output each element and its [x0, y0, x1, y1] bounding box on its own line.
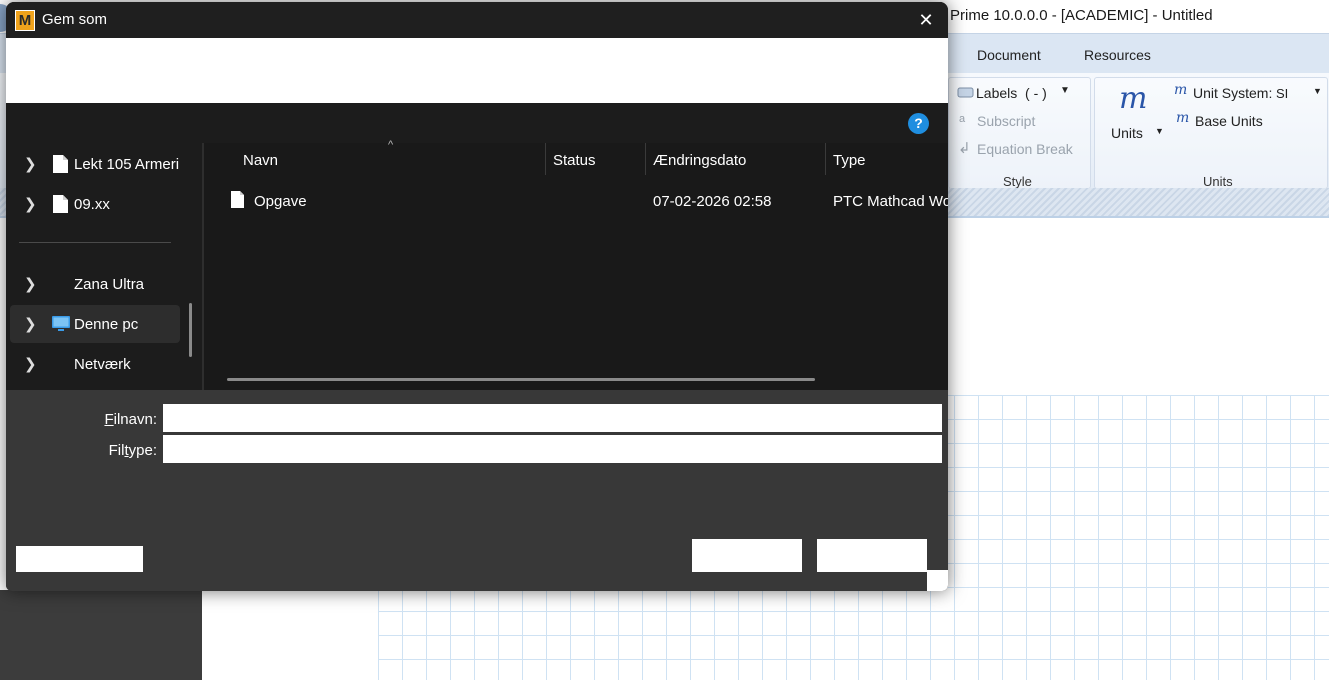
app-window-title: Prime 10.0.0.0 - [ACADEMIC] - Untitled: [950, 7, 1213, 24]
file-name: Opgave: [254, 193, 307, 210]
chevron-right-icon[interactable]: ❯: [24, 315, 37, 333]
column-divider[interactable]: [545, 143, 546, 175]
horizontal-scrollbar[interactable]: [227, 378, 815, 381]
filetype-dropdown[interactable]: [163, 435, 942, 463]
nav-item-zana-ultra[interactable]: ❯ Zana Ultra: [10, 265, 180, 303]
nav-item-denne-pc[interactable]: ❯ Denne pc: [10, 305, 180, 343]
save-as-dialog: M Gem som ✕ ? ❯ Lekt 105 Armering ❯ 09.x…: [6, 2, 948, 591]
units-m-icon: m: [1119, 81, 1148, 116]
document-icon: [53, 195, 68, 213]
unit-system-arrow-icon[interactable]: ▼: [1313, 86, 1322, 96]
subscript-icon: a: [959, 113, 966, 125]
chevron-right-icon[interactable]: ❯: [24, 355, 37, 373]
file-list: ^ Navn Status Ændringsdato Type Opgave 0…: [204, 139, 948, 390]
filename-label: Filnavn:: [104, 411, 157, 428]
chevron-right-icon[interactable]: ❯: [24, 155, 37, 173]
left-side-panel: [0, 590, 202, 680]
column-divider[interactable]: [645, 143, 646, 175]
column-header-type[interactable]: Type: [833, 152, 866, 169]
equation-break-icon: ↲: [958, 140, 971, 157]
labels-dropdown-arrow-icon[interactable]: ▼: [1060, 85, 1070, 96]
base-units-button[interactable]: Base Units: [1195, 113, 1263, 129]
chevron-right-icon[interactable]: ❯: [24, 275, 37, 293]
cancel-button[interactable]: [817, 539, 927, 572]
labels-dropdown[interactable]: Labels ( - ): [976, 85, 1047, 101]
nav-scrollbar[interactable]: [189, 303, 192, 357]
units-dropdown-arrow-icon[interactable]: ▼: [1155, 126, 1164, 136]
equation-break-button[interactable]: Equation Break: [977, 141, 1073, 157]
nav-divider: [19, 242, 171, 243]
hide-folders-button[interactable]: [16, 546, 143, 572]
labels-label: Labels: [976, 85, 1018, 101]
labels-icon: [957, 87, 974, 98]
column-header-status[interactable]: Status: [553, 152, 596, 169]
close-icon[interactable]: ✕: [914, 9, 938, 31]
unit-system-icon: m: [1174, 82, 1188, 98]
file-type: PTC Mathcad Worksheet: [833, 193, 948, 210]
nav-item-netvaerk[interactable]: ❯ Netværk: [10, 345, 180, 383]
resize-grip[interactable]: [927, 570, 948, 591]
filetype-label: Filtype:: [108, 442, 157, 459]
subscript-button[interactable]: Subscript: [977, 113, 1035, 129]
computer-icon: [52, 316, 70, 331]
style-group-label: Style: [1003, 174, 1032, 189]
nav-item-label: Lekt 105 Armering: [74, 156, 180, 173]
command-bar: ?: [6, 103, 948, 143]
nav-item-label: 09.xx: [74, 196, 110, 213]
unit-system-label: Unit System:: [1193, 85, 1273, 101]
units-group-label: Units: [1203, 174, 1233, 189]
dialog-title: Gem som: [42, 11, 108, 28]
help-icon[interactable]: ?: [908, 113, 929, 134]
dialog-footer: Filnavn: Filtype:: [6, 390, 948, 591]
document-icon: [53, 155, 68, 173]
chevron-right-icon[interactable]: ❯: [24, 195, 37, 213]
document-icon: [231, 191, 244, 208]
save-button[interactable]: [692, 539, 802, 572]
base-units-icon: m: [1176, 110, 1190, 126]
tab-document[interactable]: Document: [977, 47, 1041, 63]
nav-item-09xx[interactable]: ❯ 09.xx: [10, 185, 180, 223]
nav-item-label: Zana Ultra: [74, 276, 145, 293]
file-row[interactable]: Opgave 07-02-2026 02:58 PTC Mathcad Work…: [204, 183, 948, 217]
file-date: 07-02-2026 02:58: [653, 193, 772, 210]
filename-input[interactable]: [163, 404, 942, 432]
column-divider[interactable]: [825, 143, 826, 175]
address-bar-area[interactable]: [6, 38, 948, 103]
mathcad-app-icon: M: [15, 10, 35, 31]
navigation-pane: ❯ Lekt 105 Armering ❯ 09.xx ❯ Zana Ultra…: [6, 143, 202, 390]
nav-item-label: Netværk: [74, 356, 131, 373]
dialog-titlebar: M Gem som ✕: [6, 2, 948, 38]
nav-item-lekt-105[interactable]: ❯ Lekt 105 Armering: [10, 145, 180, 183]
column-header-name[interactable]: Navn: [243, 152, 278, 169]
units-button[interactable]: Units: [1111, 125, 1143, 141]
labels-value: ( - ): [1025, 85, 1047, 101]
unit-system-dropdown[interactable]: SI: [1276, 86, 1288, 101]
tab-resources[interactable]: Resources: [1084, 47, 1151, 63]
nav-item-label: Denne pc: [74, 316, 139, 333]
column-header-date[interactable]: Ændringsdato: [653, 152, 746, 169]
sort-ascending-icon: ^: [388, 139, 394, 151]
